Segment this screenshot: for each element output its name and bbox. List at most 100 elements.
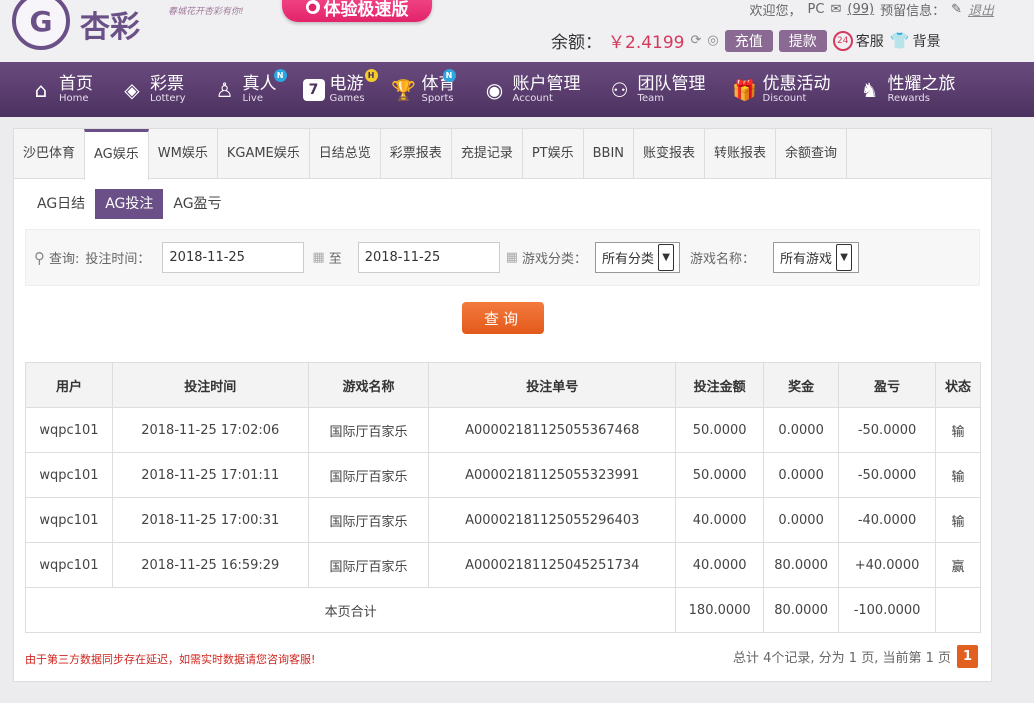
nav-label: 优惠活动 (762, 73, 831, 94)
tab-pt-entertainment[interactable]: PT娱乐 (523, 129, 584, 179)
col-bet-id: 投注单号 (428, 362, 677, 408)
game-name-select[interactable]: 所有游戏 ▼ (773, 242, 860, 273)
balance-value: ￥2.4199 (608, 33, 685, 53)
cell-bet-id: A00002181125055367468 (428, 407, 677, 453)
cell-bet-id: A00002181125055296403 (428, 497, 677, 543)
cell-bet-time: 2018-11-25 16:59:29 (111, 542, 309, 588)
subtab-ag-profit[interactable]: AG盈亏 (163, 189, 231, 219)
hide-eye-icon[interactable]: ◎ (707, 33, 718, 48)
tab-saba-sports[interactable]: 沙巴体育 (14, 129, 86, 179)
nav-item-live[interactable]: ♙ 真人 Live N (212, 68, 287, 105)
nav-item-sports[interactable]: 🏆 体育 Sports N (391, 68, 456, 105)
nav-sublabel: Team (637, 92, 664, 104)
cell-bet-id: A00002181125055323991 (428, 452, 677, 498)
report-tabs: 沙巴体育 AG娱乐 WM娱乐 KGAME娱乐 日结总览 彩票报表 充提记录 PT… (14, 129, 991, 180)
subtab-ag-daily[interactable]: AG日结 (27, 189, 95, 219)
message-count[interactable]: (99) (847, 2, 874, 17)
house-icon: ⌂ (34, 77, 48, 102)
welcome-text: 欢迎您， (749, 4, 802, 19)
nav-label: 性耀之旅 (887, 73, 956, 94)
start-date-input[interactable]: 2018-11-25 (162, 242, 305, 273)
nav-item-discount[interactable]: 🎁 优惠活动 Discount (732, 73, 831, 105)
nav-label: 彩票 (150, 73, 184, 94)
tab-kgame-entertainment[interactable]: KGAME娱乐 (218, 129, 310, 179)
cell-status: 输 (935, 497, 981, 543)
table-row: wqpc101 2018-11-25 17:01:11 国际厅百家乐 A0000… (25, 452, 981, 498)
nav-item-team[interactable]: ⚇ 团队管理 Team (607, 75, 706, 105)
rewards-icon: ♞ (860, 77, 879, 102)
nav-label: 电游 (329, 73, 364, 94)
bg-label: 背景 (912, 33, 941, 50)
cell-bet-id: A00002181125045251734 (428, 542, 677, 588)
nav-label: 首页 (59, 73, 93, 94)
recharge-button[interactable]: 充值 (724, 29, 773, 52)
tab-balance-change[interactable]: 账变报表 (634, 129, 706, 179)
customer-service-link[interactable]: 24 客服 (832, 30, 884, 51)
search-button[interactable]: 查询 (462, 302, 544, 334)
tab-lottery-report[interactable]: 彩票报表 (381, 129, 452, 179)
cell-game-name: 国际厅百家乐 (307, 497, 430, 543)
summary-profit: -100.0000 (838, 587, 937, 633)
promo-label: 体验极速版 (323, 0, 409, 20)
new-badge: N (273, 68, 287, 82)
tab-transfer-report[interactable]: 转账报表 (705, 129, 777, 179)
nav-sublabel: Lottery (150, 92, 186, 104)
tab-deposit-withdraw[interactable]: 充提记录 (452, 129, 523, 179)
logo-slogan: 春城花开杏彩有你! (168, 7, 244, 17)
calendar-icon[interactable]: ▦ (506, 250, 518, 265)
summary-bet-amount: 180.0000 (675, 587, 765, 633)
nav-item-rewards[interactable]: ♞ 性耀之旅 Rewards (857, 75, 956, 105)
nav-item-games[interactable]: 7 电游 Games H (302, 68, 378, 105)
tab-bbin[interactable]: BBIN (584, 129, 635, 179)
tab-ag-entertainment[interactable]: AG娱乐 (84, 129, 149, 180)
tab-balance-query[interactable]: 余额查询 (776, 129, 848, 179)
cell-profit: -40.0000 (838, 497, 937, 543)
promo-banner[interactable]: ● 体验极速版 (282, 0, 432, 22)
subtab-ag-bets[interactable]: AG投注 (95, 189, 164, 219)
to-label: 至 (328, 252, 342, 267)
table-row: wqpc101 2018-11-25 16:59:29 国际厅百家乐 A0000… (25, 542, 981, 588)
cell-bet-time: 2018-11-25 17:00:31 (111, 497, 309, 543)
nav-item-lottery[interactable]: ◈ 彩票 Lottery (119, 73, 186, 105)
chevron-down-icon: ▼ (836, 244, 853, 271)
logo-emblem: G (12, 0, 70, 50)
background-link[interactable]: 👕 背景 (890, 31, 941, 51)
tab-daily-overview[interactable]: 日结总览 (310, 129, 381, 179)
nav-sublabel: Sports (421, 92, 454, 104)
balance-label: 余额： (551, 33, 602, 53)
gift-icon: 🎁 (732, 77, 757, 102)
cell-user: wqpc101 (25, 452, 113, 498)
withdraw-button[interactable]: 提款 (778, 29, 827, 52)
page-number-button[interactable]: 1 (957, 645, 978, 668)
cell-user: wqpc101 (25, 542, 113, 588)
pager-summary: 总计 4个记录, 分为 1 页, 当前第 1 页 (732, 651, 951, 666)
edit-icon[interactable]: ✎ (951, 2, 962, 17)
account-row: 余额： ￥2.4199 ⟳ ◎ 充值 提款 24 客服 👕 背景 (551, 28, 941, 53)
cell-bet-amount: 50.0000 (675, 452, 765, 498)
query-label: 查询: (49, 252, 80, 267)
pagination: 总计 4个记录, 分为 1 页, 当前第 1 页 1 (733, 645, 978, 668)
refresh-icon[interactable]: ⟳ (690, 33, 701, 48)
logout-link[interactable]: 退出 (968, 0, 994, 19)
nav-sublabel: Games (329, 92, 365, 104)
nav-item-home[interactable]: ⌂ 首页 Home (28, 75, 93, 105)
cell-bet-time: 2018-11-25 17:02:06 (111, 407, 309, 453)
trophy-icon: 🏆 (391, 77, 416, 102)
mail-icon[interactable]: ✉ (830, 2, 841, 17)
end-date-input[interactable]: 2018-11-25 (357, 242, 500, 273)
cell-user: wqpc101 (25, 407, 113, 453)
calendar-icon[interactable]: ▦ (312, 250, 324, 265)
tab-wm-entertainment[interactable]: WM娱乐 (149, 129, 218, 179)
nav-item-account[interactable]: ◉ 账户管理 Account (482, 75, 581, 105)
game-category-label: 游戏分类： (522, 252, 588, 267)
cell-game-name: 国际厅百家乐 (307, 407, 430, 453)
summary-prize: 80.0000 (763, 587, 840, 633)
cell-prize: 0.0000 (763, 407, 840, 453)
game-category-select[interactable]: 所有分类 ▼ (595, 242, 681, 273)
col-status: 状态 (935, 362, 981, 408)
chevron-down-icon: ▼ (658, 244, 675, 271)
select-value: 所有游戏 (780, 252, 833, 267)
main-nav: ⌂ 首页 Home ◈ 彩票 Lottery ♙ 真人 Live N 7 电游 Game… (0, 62, 1034, 117)
col-bet-time: 投注时间 (111, 362, 309, 408)
site-logo[interactable]: G 杏彩 (12, 0, 140, 56)
